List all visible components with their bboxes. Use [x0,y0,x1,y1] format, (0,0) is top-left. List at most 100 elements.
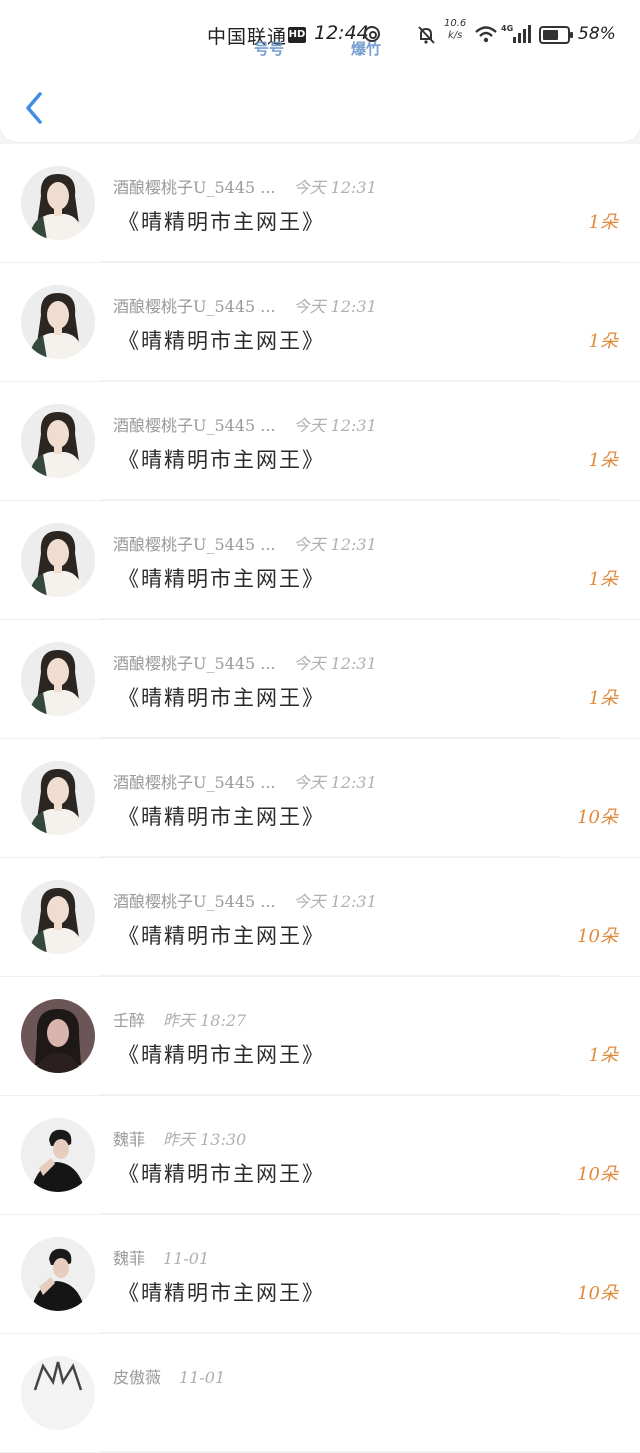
book-title[interactable]: 《晴精明市主网王》 [118,444,325,474]
gift-count: 10朵 [577,1164,618,1185]
net-speed: 10.6 k/s [444,18,467,41]
avatar[interactable] [21,404,95,478]
divider [100,856,560,857]
list-item[interactable]: 壬醉 昨天 18:27 《晴精明市主网王》 1朵 [0,977,640,1096]
timestamp: 今天 12:31 [293,535,377,554]
book-title[interactable]: 《晴精明市主网王》 [118,920,325,950]
svg-text:4G: 4G [501,24,513,33]
sender-name[interactable]: 酒酿樱桃子U_5445 ... [113,773,276,792]
avatar[interactable] [21,642,95,716]
divider [100,499,560,500]
divider [100,975,560,976]
timestamp: 今天 12:31 [293,892,377,911]
book-title[interactable]: 《晴精明市主网王》 [118,563,325,593]
sender-name[interactable]: 皮傲薇 [113,1368,161,1387]
avatar[interactable] [21,999,95,1073]
timestamp: 今天 12:31 [293,654,377,673]
timestamp: 11-01 [163,1249,210,1268]
list-item[interactable]: 酒酿樱桃子U_5445 ... 今天 12:31 《晴精明市主网王》 10朵 [0,739,640,858]
sender-meta: 酒酿樱桃子U_5445 ... 今天 12:31 [113,650,377,674]
list-item[interactable]: 酒酿樱桃子U_5445 ... 今天 12:31 《晴精明市主网王》 1朵 [0,263,640,382]
avatar[interactable] [21,1356,95,1430]
list-item[interactable]: 酒酿樱桃子U_5445 ... 今天 12:31 《晴精明市主网王》 10朵 [0,858,640,977]
list-item[interactable]: 酒酿樱桃子U_5445 ... 今天 12:31 《晴精明市主网王》 1朵 [0,382,640,501]
sender-name[interactable]: 酒酿樱桃子U_5445 ... [113,892,276,911]
list-item[interactable]: 魏菲 11-01 《晴精明市主网王》 10朵 [0,1215,640,1334]
battery-percent: 58% [578,24,616,44]
book-title[interactable]: 《晴精明市主网王》 [118,206,325,236]
gift-count: 1朵 [588,1045,618,1066]
sender-name[interactable]: 酒酿樱桃子U_5445 ... [113,178,276,197]
header: 中国联通 HD 12:44 号号 爆竹 10.6 k/s 4G 58% [0,0,640,142]
book-title[interactable]: 《晴精明市主网王》 [118,801,325,831]
battery-icon [539,26,573,44]
sender-meta: 皮傲薇 11-01 [113,1364,225,1388]
back-button[interactable] [20,88,50,128]
avatar[interactable] [21,1237,95,1311]
timestamp: 11-01 [179,1368,226,1387]
avatar[interactable] [21,880,95,954]
sender-meta: 壬醉 昨天 18:27 [113,1007,246,1031]
gift-count: 1朵 [588,569,618,590]
gift-count: 1朵 [588,331,618,352]
sender-meta: 酒酿樱桃子U_5445 ... 今天 12:31 [113,174,377,198]
book-title[interactable]: 《晴精明市主网王》 [118,325,325,355]
gift-count: 1朵 [588,212,618,233]
gift-list: 酒酿樱桃子U_5445 ... 今天 12:31 《晴精明市主网王》 1朵 酒酿樱… [0,144,640,1453]
sender-name[interactable]: 壬醉 [113,1011,145,1030]
timestamp: 昨天 18:27 [163,1011,247,1030]
timestamp: 今天 12:31 [293,297,377,316]
timestamp: 今天 12:31 [293,416,377,435]
divider [100,737,560,738]
gift-count: 10朵 [577,1283,618,1304]
gift-count: 10朵 [577,926,618,947]
timestamp: 今天 12:31 [293,773,377,792]
wifi-icon [475,26,497,43]
divider [100,1451,560,1452]
list-item[interactable]: 酒酿樱桃子U_5445 ... 今天 12:31 《晴精明市主网王》 1朵 [0,144,640,263]
sender-name[interactable]: 魏菲 [113,1130,145,1149]
sender-meta: 酒酿樱桃子U_5445 ... 今天 12:31 [113,769,377,793]
avatar[interactable] [21,761,95,835]
divider [100,1332,560,1333]
sender-meta: 酒酿樱桃子U_5445 ... 今天 12:31 [113,412,377,436]
avatar[interactable] [21,1118,95,1192]
book-title[interactable]: 《晴精明市主网王》 [118,1277,325,1307]
sender-name[interactable]: 酒酿樱桃子U_5445 ... [113,654,276,673]
divider [100,1213,560,1214]
divider [100,380,560,381]
sender-meta: 魏菲 昨天 13:30 [113,1126,246,1150]
mute-bell-icon [418,26,435,44]
avatar[interactable] [21,523,95,597]
sender-meta: 酒酿樱桃子U_5445 ... 今天 12:31 [113,293,377,317]
watermark-text: 号号 [254,40,285,58]
status-bar: 中国联通 HD 12:44 号号 爆竹 10.6 k/s 4G 58% [0,0,640,72]
sender-name[interactable]: 酒酿樱桃子U_5445 ... [113,297,276,316]
signal-4g-icon: 4G [501,24,531,43]
list-item[interactable]: 皮傲薇 11-01 [0,1334,640,1453]
hd-badge: HD [288,27,306,43]
timestamp: 今天 12:31 [293,178,377,197]
sender-name[interactable]: 酒酿樱桃子U_5445 ... [113,535,276,554]
sender-meta: 酒酿樱桃子U_5445 ... 今天 12:31 [113,888,377,912]
book-title[interactable]: 《晴精明市主网王》 [118,1158,325,1188]
sender-name[interactable]: 魏菲 [113,1249,145,1268]
list-item[interactable]: 魏菲 昨天 13:30 《晴精明市主网王》 10朵 [0,1096,640,1215]
avatar[interactable] [21,166,95,240]
divider [100,261,560,262]
swirl-icon [364,26,380,42]
sender-meta: 酒酿樱桃子U_5445 ... 今天 12:31 [113,531,377,555]
book-title[interactable]: 《晴精明市主网王》 [118,1039,325,1069]
avatar[interactable] [21,285,95,359]
sender-meta: 魏菲 11-01 [113,1245,209,1269]
timestamp: 昨天 13:30 [163,1130,247,1149]
sender-name[interactable]: 酒酿樱桃子U_5445 ... [113,416,276,435]
gift-count: 1朵 [588,450,618,471]
chevron-left-icon [26,92,42,124]
book-title[interactable]: 《晴精明市主网王》 [118,682,325,712]
list-item[interactable]: 酒酿樱桃子U_5445 ... 今天 12:31 《晴精明市主网王》 1朵 [0,620,640,739]
divider [100,1094,560,1095]
gift-count: 1朵 [588,688,618,709]
list-item[interactable]: 酒酿樱桃子U_5445 ... 今天 12:31 《晴精明市主网王》 1朵 [0,501,640,620]
divider [100,618,560,619]
